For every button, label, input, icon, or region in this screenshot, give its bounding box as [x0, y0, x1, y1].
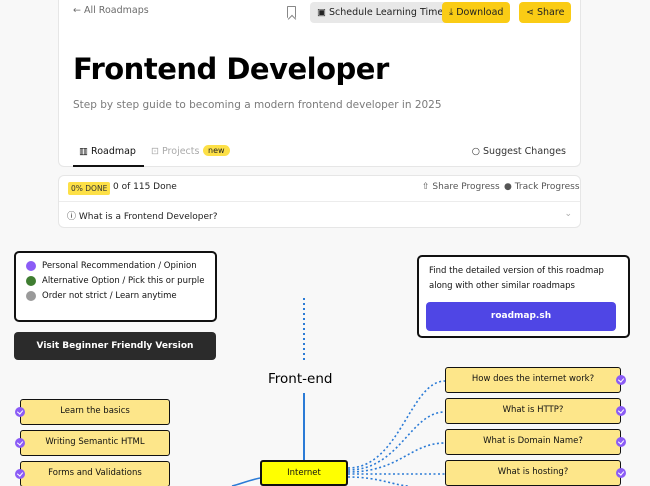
- legend-item-alternative: Alternative Option / Pick this or purple: [26, 276, 205, 286]
- link-internet-how: [347, 380, 446, 469]
- legend-label: Personal Recommendation / Opinion: [42, 261, 197, 271]
- recommendation-check-icon: [15, 407, 25, 417]
- detailed-version-text: Find the detailed version of this roadma…: [429, 266, 604, 291]
- detailed-version-box: Find the detailed version of this roadma…: [417, 255, 630, 338]
- recommendation-check-icon: [616, 375, 626, 385]
- node-internet[interactable]: Internet: [260, 460, 348, 486]
- node-domain-name[interactable]: What is Domain Name?: [445, 429, 621, 455]
- roadmap-sh-button[interactable]: roadmap.sh: [426, 302, 616, 331]
- node-hosting[interactable]: What is hosting?: [445, 460, 621, 486]
- legend-item-recommendation: Personal Recommendation / Opinion: [26, 261, 205, 271]
- recommendation-check-icon: [15, 469, 25, 479]
- node-internet-how-works[interactable]: How does the internet work?: [445, 367, 621, 393]
- link-internet-left: [231, 477, 261, 486]
- legend-label: Order not strict / Learn anytime: [42, 291, 177, 301]
- recommendation-check-icon: [616, 406, 626, 416]
- node-learn-basics[interactable]: Learn the basics: [20, 399, 170, 425]
- legend-item-order: Order not strict / Learn anytime: [26, 291, 205, 301]
- link-internet-more: [347, 476, 411, 486]
- node-forms-validations[interactable]: Forms and Validations: [20, 461, 170, 486]
- node-semantic-html[interactable]: Writing Semantic HTML: [20, 430, 170, 456]
- legend-label: Alternative Option / Pick this or purple: [42, 276, 205, 286]
- visit-beginner-version-button[interactable]: Visit Beginner Friendly Version: [14, 332, 216, 360]
- recommendation-check-icon: [616, 437, 626, 447]
- gray-check-icon: [26, 291, 36, 301]
- green-check-icon: [26, 276, 36, 286]
- legend-box: Personal Recommendation / Opinion Altern…: [14, 251, 217, 322]
- purple-check-icon: [26, 261, 36, 271]
- node-what-is-http[interactable]: What is HTTP?: [445, 398, 621, 424]
- recommendation-check-icon: [15, 438, 25, 448]
- root-node-label: Front-end: [268, 371, 333, 387]
- recommendation-check-icon: [616, 468, 626, 478]
